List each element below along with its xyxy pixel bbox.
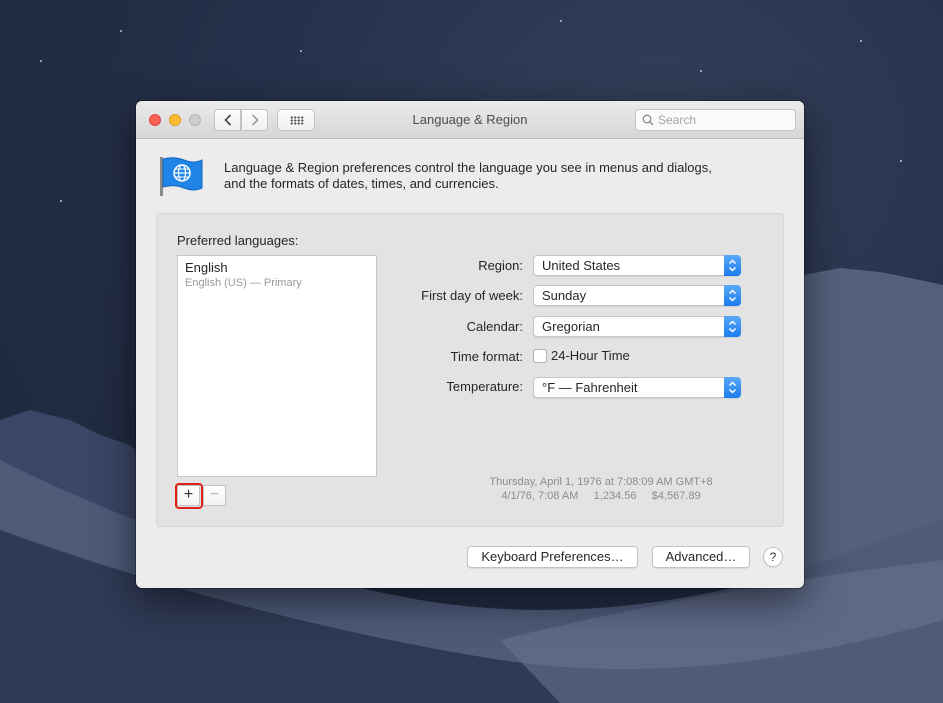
- preferences-window: Language & Region Language & Region pref…: [136, 101, 804, 588]
- calendar-label: Calendar:: [466, 319, 523, 334]
- grid-icon: [290, 116, 304, 125]
- help-button[interactable]: ?: [763, 547, 783, 567]
- chevron-left-icon: [223, 114, 231, 126]
- description-line-2: and the formats of dates, times, and cur…: [224, 176, 499, 191]
- region-value: United States: [542, 258, 621, 273]
- search-icon: [642, 114, 654, 126]
- sample-numbers-text: 4/1/76, 7:08 AM 1,234.56 $4,567.89: [501, 490, 701, 502]
- settings-panel: Preferred languages: English English (US…: [156, 213, 784, 527]
- description-line-1: Language & Region preferences control th…: [224, 160, 712, 175]
- 24-hour-checkbox[interactable]: [533, 349, 547, 363]
- region-label: Region:: [478, 258, 523, 273]
- first-day-popup[interactable]: Sunday: [533, 285, 741, 306]
- temperature-popup[interactable]: °F — Fahrenheit: [533, 377, 741, 398]
- language-flag-icon: [160, 157, 203, 196]
- description-text: Language & Region preferences control th…: [224, 160, 764, 192]
- updown-arrows-icon: [724, 285, 741, 306]
- updown-arrows-icon: [724, 377, 741, 398]
- show-all-button[interactable]: [277, 109, 315, 131]
- chevron-right-icon: [251, 114, 259, 126]
- time-format-label: Time format:: [450, 349, 523, 364]
- sample-date-text: Thursday, April 1, 1976 at 7:08:09 AM GM…: [489, 476, 713, 488]
- remove-language-button[interactable]: −: [203, 485, 226, 506]
- calendar-value: Gregorian: [542, 319, 600, 334]
- temperature-label: Temperature:: [446, 379, 523, 394]
- 24-hour-label[interactable]: 24-Hour Time: [551, 348, 630, 363]
- search-input[interactable]: [658, 111, 790, 129]
- back-button[interactable]: [214, 109, 241, 131]
- search-field[interactable]: [635, 109, 796, 131]
- language-detail: English (US) — Primary: [185, 277, 302, 289]
- add-language-button[interactable]: +: [177, 485, 200, 506]
- language-name: English: [185, 260, 228, 275]
- list-item[interactable]: English English (US) — Primary: [178, 256, 376, 292]
- calendar-popup[interactable]: Gregorian: [533, 316, 741, 337]
- temperature-value: °F — Fahrenheit: [542, 380, 638, 395]
- advanced-button[interactable]: Advanced…: [652, 546, 750, 568]
- first-day-value: Sunday: [542, 288, 587, 303]
- updown-arrows-icon: [724, 316, 741, 337]
- updown-arrows-icon: [724, 255, 741, 276]
- region-popup[interactable]: United States: [533, 255, 741, 276]
- keyboard-preferences-button[interactable]: Keyboard Preferences…: [467, 546, 638, 568]
- preferred-languages-label: Preferred languages:: [177, 233, 299, 248]
- titlebar: Language & Region: [136, 101, 804, 139]
- forward-button[interactable]: [241, 109, 268, 131]
- language-list[interactable]: English English (US) — Primary: [177, 255, 377, 477]
- first-day-label: First day of week:: [421, 288, 523, 303]
